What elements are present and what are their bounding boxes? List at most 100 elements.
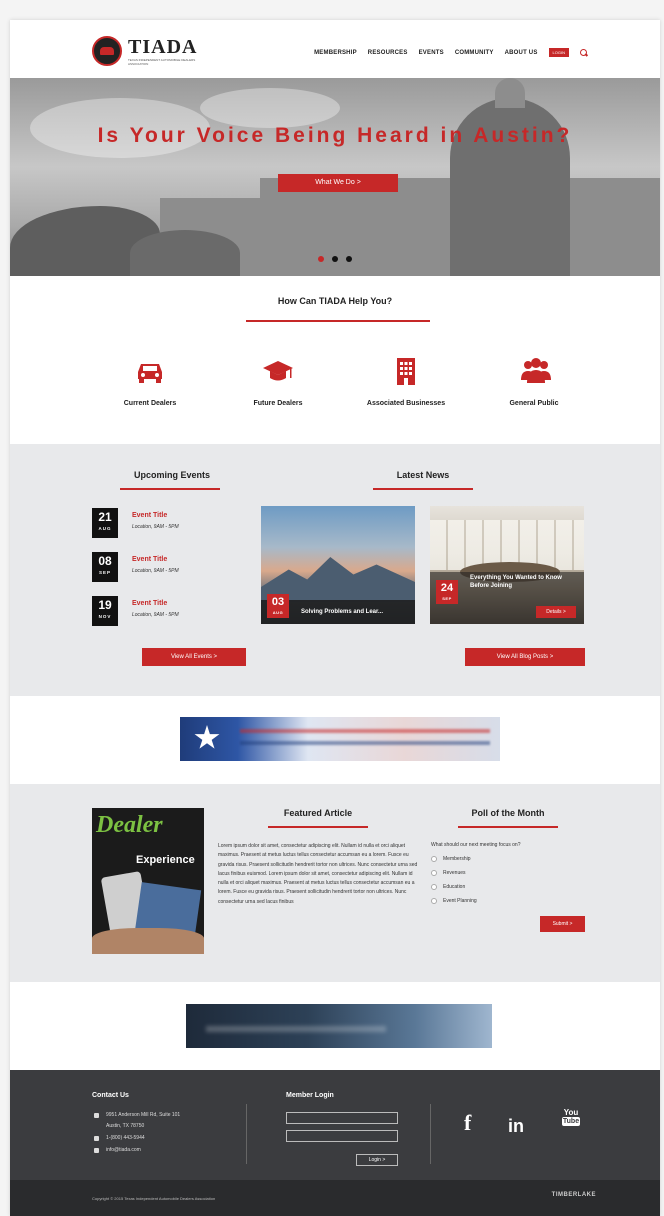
event-title[interactable]: Event Title	[132, 600, 167, 607]
search-icon[interactable]	[580, 48, 588, 57]
contact-phone[interactable]: 1-(800) 443-5944	[106, 1135, 145, 1141]
help-item-label: Associated Businesses	[366, 400, 446, 407]
nav-events[interactable]: EVENTS	[419, 50, 444, 56]
event-day: 08	[98, 554, 112, 568]
ad-banner[interactable]	[180, 717, 500, 761]
news-title-text[interactable]: Everything You Wanted to Know Before Joi…	[470, 574, 574, 590]
logo-mark-icon	[92, 36, 122, 66]
view-all-blog-posts-button[interactable]: View All Blog Posts >	[465, 648, 585, 666]
home-icon	[94, 1113, 99, 1118]
poll-option-label: Education	[443, 884, 466, 890]
email-icon	[94, 1148, 99, 1153]
youtube-icon[interactable]: You Tube	[562, 1108, 580, 1126]
ad-banner[interactable]	[186, 1004, 492, 1048]
site-footer: Contact Us 9951 Anderson Mill Rd, Suite …	[10, 1070, 660, 1180]
hero-slider: Is Your Voice Being Heard in Austin? Wha…	[10, 78, 660, 276]
member-login-button[interactable]: Login >	[356, 1154, 398, 1166]
poll-option[interactable]: Event Planning	[431, 898, 477, 904]
magazine-title: Dealer	[96, 812, 163, 838]
featured-article-body: Lorem ipsum dolor sit amet, consectetur …	[218, 843, 418, 905]
help-items: Current Dealers Future Dealers Associate…	[90, 356, 590, 416]
event-location: Location, 9AM - 5PM	[132, 568, 179, 574]
event-item[interactable]: 08 SEP Event Title Location, 9AM - 5PM	[92, 552, 252, 582]
featured-title-underline	[268, 826, 368, 828]
nav-about-us[interactable]: ABOUT US	[505, 50, 538, 56]
what-we-do-button[interactable]: What We Do >	[278, 174, 398, 192]
event-month: AUG	[98, 526, 112, 531]
event-day: 19	[98, 598, 112, 612]
magazine-hand-image	[92, 928, 204, 954]
events-news-section: Upcoming Events 21 AUG Event Title Locat…	[10, 444, 660, 696]
news-month: SEP	[442, 596, 452, 601]
poll-option[interactable]: Membership	[431, 856, 471, 862]
hero-capitol-cupola	[495, 78, 525, 108]
event-location: Location, 9AM - 5PM	[132, 524, 179, 530]
help-item-label: General Public	[509, 400, 559, 407]
event-month: SEP	[98, 570, 111, 575]
events-title: Upcoming Events	[133, 470, 210, 480]
radio-button[interactable]	[431, 898, 437, 904]
contact-email[interactable]: info@tiada.com	[106, 1147, 141, 1153]
event-date-badge: 19 NOV	[92, 596, 118, 626]
slider-dot-3[interactable]	[346, 256, 352, 262]
nav-membership[interactable]: MEMBERSHIP	[314, 50, 357, 56]
nav-community[interactable]: COMMUNITY	[455, 50, 494, 56]
linkedin-icon[interactable]: in	[508, 1116, 524, 1137]
view-all-events-button[interactable]: View All Events >	[142, 648, 246, 666]
news-title-text[interactable]: Solving Problems and Lear...	[301, 609, 411, 615]
main-nav: MEMBERSHIP RESOURCES EVENTS COMMUNITY AB…	[314, 48, 588, 57]
poll-submit-button[interactable]: Submit >	[540, 916, 585, 932]
news-month: AUG	[272, 610, 284, 615]
event-title[interactable]: Event Title	[132, 556, 167, 563]
events-title-underline	[120, 488, 220, 490]
phone-icon	[94, 1136, 99, 1141]
youtube-icon-top: You	[563, 1108, 579, 1117]
poll-option[interactable]: Education	[431, 884, 465, 890]
car-icon	[135, 356, 165, 386]
news-date-badge: 03 AUG	[267, 594, 289, 618]
event-item[interactable]: 19 NOV Event Title Location, 9AM - 5PM	[92, 596, 252, 626]
designer-credit[interactable]: TIMBERLAKE	[552, 1192, 596, 1198]
magazine-subtitle: Experience	[136, 854, 195, 866]
banner-stripe	[240, 741, 490, 745]
radio-button[interactable]	[431, 870, 437, 876]
help-item-associated-businesses[interactable]: Associated Businesses	[346, 356, 466, 407]
people-icon	[519, 356, 551, 386]
news-details-button[interactable]: Details >	[536, 606, 576, 618]
slider-dot-2[interactable]	[332, 256, 338, 262]
hero-trees	[130, 230, 240, 276]
magazine-cover[interactable]: Dealer Experience	[92, 808, 204, 954]
help-title-underline	[246, 320, 430, 322]
event-month: NOV	[98, 614, 112, 619]
news-card[interactable]: 24 SEP Everything You Wanted to Know Bef…	[430, 506, 584, 624]
facebook-icon[interactable]: f	[464, 1110, 471, 1136]
footer-divider	[430, 1104, 431, 1164]
news-day: 03	[271, 596, 285, 608]
event-item[interactable]: 21 AUG Event Title Location, 9AM - 5PM	[92, 508, 252, 538]
news-title-underline	[373, 488, 473, 490]
help-item-current-dealers[interactable]: Current Dealers	[90, 356, 210, 407]
poll-option-label: Revenues	[443, 870, 466, 876]
password-input[interactable]	[286, 1130, 398, 1142]
site-logo[interactable]: TIADA Texas Independent Automobile Deale…	[92, 36, 204, 68]
news-date-badge: 24 SEP	[436, 580, 458, 604]
login-button[interactable]: LOGIN	[548, 48, 569, 57]
banner-text-blur	[206, 1026, 386, 1032]
member-login-title: Member Login	[286, 1092, 334, 1099]
slider-dot-1[interactable]	[318, 256, 324, 262]
radio-button[interactable]	[431, 884, 437, 890]
featured-title: Featured Article	[283, 808, 353, 818]
event-title[interactable]: Event Title	[132, 512, 167, 519]
poll-option-label: Membership	[443, 856, 471, 862]
help-item-future-dealers[interactable]: Future Dealers	[218, 356, 338, 407]
poll-title: Poll of the Month	[471, 808, 545, 818]
username-input[interactable]	[286, 1112, 398, 1124]
banner-stripe	[240, 729, 490, 733]
help-item-general-public[interactable]: General Public	[474, 356, 594, 407]
poll-option[interactable]: Revenues	[431, 870, 466, 876]
building-icon	[391, 356, 421, 386]
event-date-badge: 08 SEP	[92, 552, 118, 582]
news-card[interactable]: 03 AUG Solving Problems and Lear...	[261, 506, 415, 624]
nav-resources[interactable]: RESOURCES	[368, 50, 408, 56]
radio-button[interactable]	[431, 856, 437, 862]
